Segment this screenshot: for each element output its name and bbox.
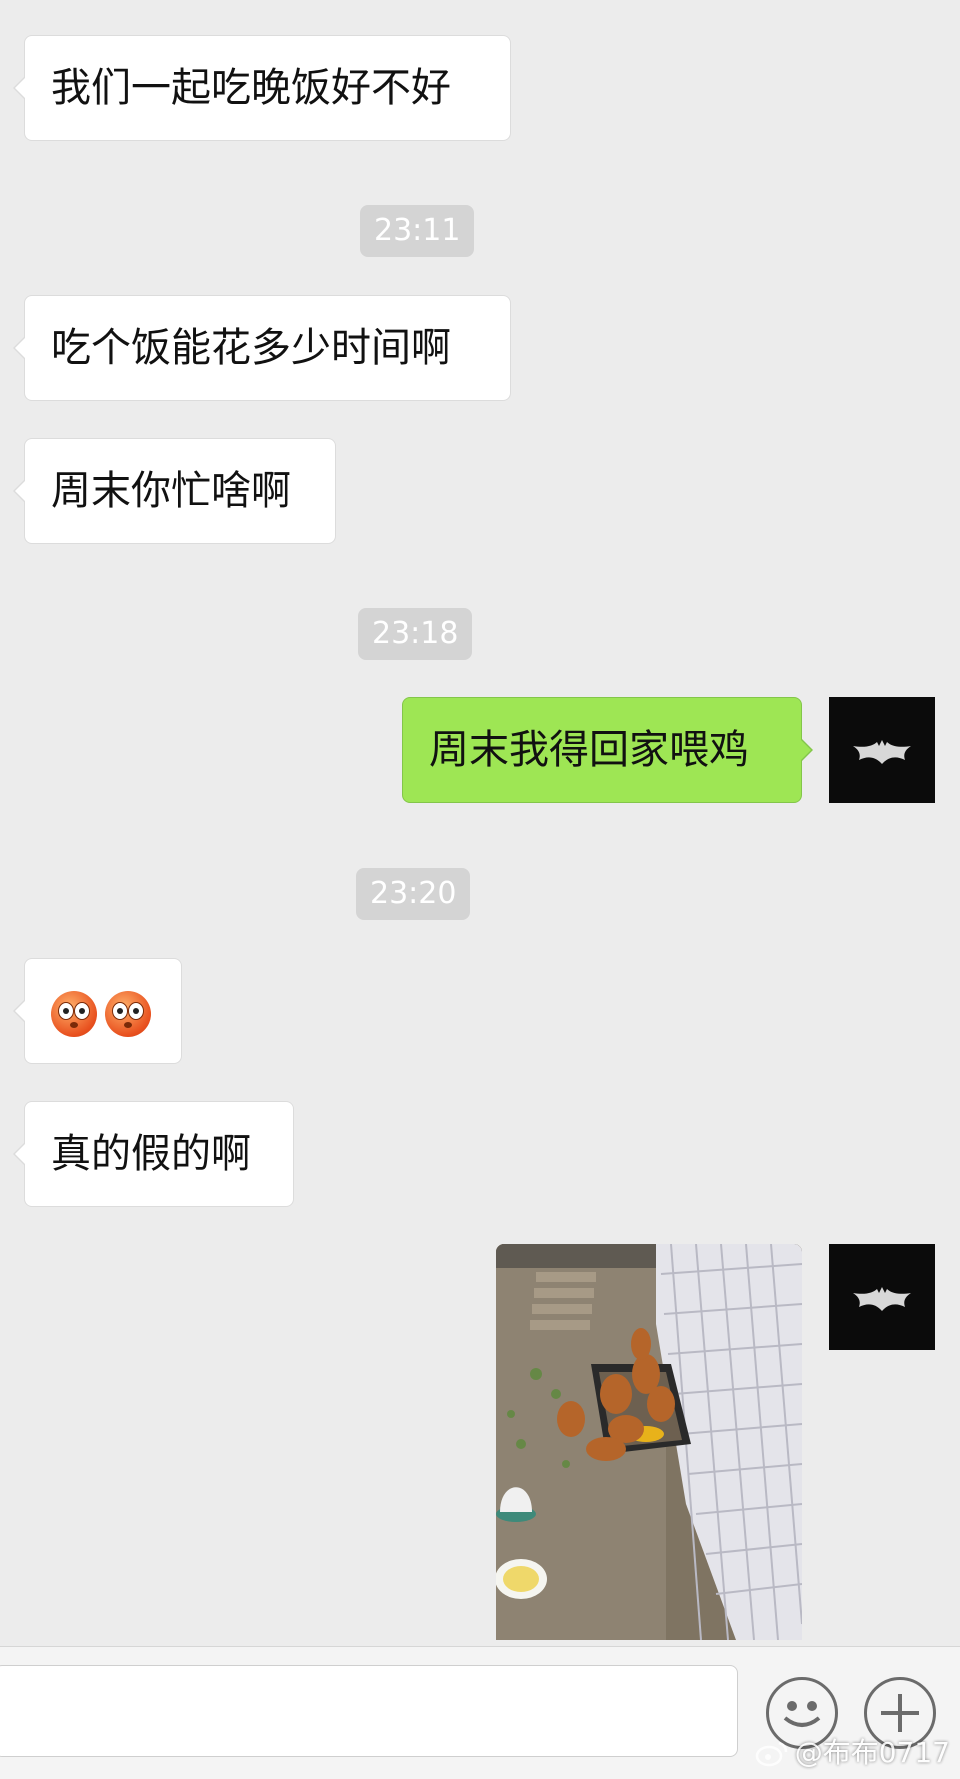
timestamp: 23:11 bbox=[360, 205, 475, 257]
watermark-text: @布布0717 bbox=[794, 1736, 950, 1769]
message-text: 周末我得回家喂鸡 bbox=[429, 727, 749, 773]
message-text: 周末你忙啥啊 bbox=[51, 468, 291, 514]
batman-logo-icon bbox=[853, 740, 911, 764]
message-text: 吃个饭能花多少时间啊 bbox=[51, 325, 451, 371]
batman-logo-icon bbox=[853, 1287, 911, 1311]
outgoing-message-bubble[interactable]: 周末我得回家喂鸡 bbox=[402, 697, 813, 803]
photo-content bbox=[496, 1244, 802, 1640]
watermark: @布布0717 bbox=[755, 1732, 950, 1774]
chickens-photo[interactable] bbox=[496, 1244, 802, 1640]
incoming-emoji-bubble[interactable] bbox=[13, 958, 182, 1064]
weibo-icon bbox=[755, 1741, 787, 1767]
incoming-message-bubble[interactable]: 我们一起吃晚饭好不好 bbox=[13, 35, 511, 141]
user-avatar[interactable] bbox=[829, 697, 935, 803]
timestamp: 23:18 bbox=[358, 608, 473, 660]
incoming-message-bubble[interactable]: 周末你忙啥啊 bbox=[13, 438, 336, 544]
message-text: 我们一起吃晚饭好不好 bbox=[51, 65, 451, 111]
incoming-message-bubble[interactable]: 吃个饭能花多少时间啊 bbox=[13, 295, 511, 401]
flushed-face-emoji bbox=[105, 991, 151, 1037]
incoming-message-bubble[interactable]: 真的假的啊 bbox=[13, 1101, 294, 1207]
chat-area[interactable]: 我们一起吃晚饭好不好 23:11 吃个饭能花多少时间啊 周末你忙啥啊 23:18… bbox=[0, 0, 960, 1640]
user-avatar[interactable] bbox=[829, 1244, 935, 1350]
flushed-face-emoji bbox=[51, 991, 97, 1037]
timestamp: 23:20 bbox=[356, 868, 471, 920]
message-input[interactable] bbox=[0, 1665, 738, 1757]
message-text: 真的假的啊 bbox=[51, 1131, 251, 1177]
